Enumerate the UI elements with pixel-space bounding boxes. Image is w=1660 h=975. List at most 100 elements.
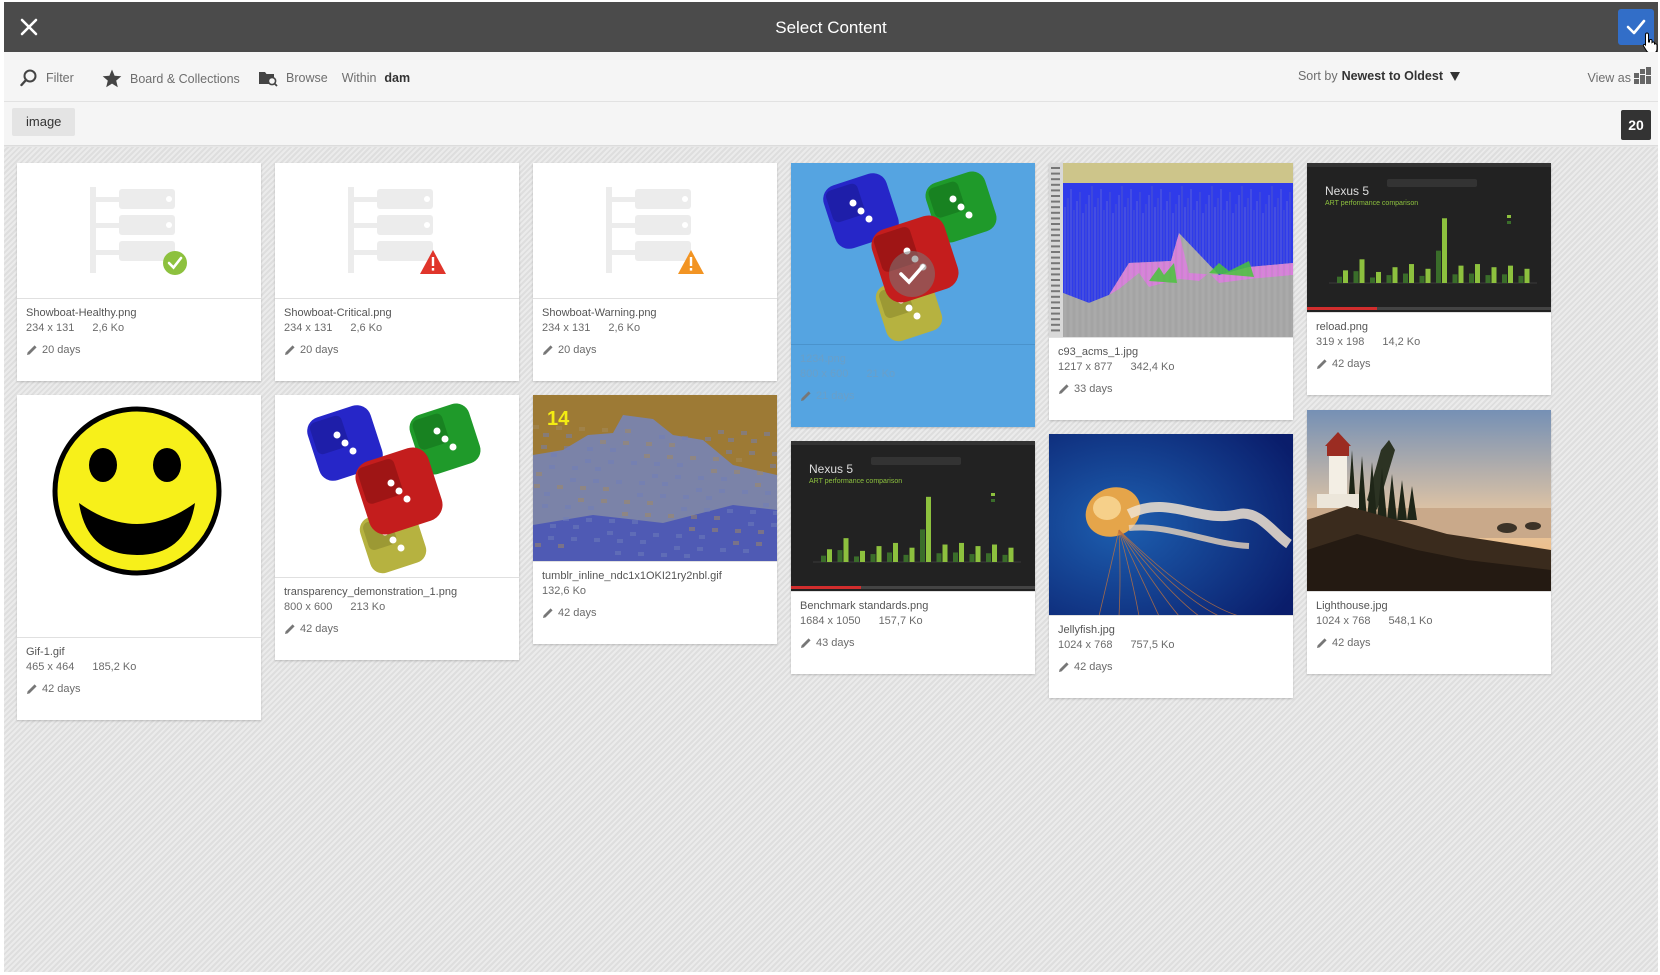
asset-thumbnail — [275, 163, 519, 299]
filter-button[interactable]: Filter — [20, 69, 74, 87]
asset-info: 1024 x 768 548,1 Ko — [1316, 615, 1542, 627]
asset-meta: tumblr_inline_ndc1x1OKI21ry2nbl.gif 132,6… — [533, 562, 777, 619]
asset-modified: 43 days — [800, 637, 1026, 649]
asset-size: 2,6 Ko — [92, 322, 125, 334]
asset-name: tumblr_inline_ndc1x1OKI21ry2nbl.gif — [542, 570, 722, 582]
asset-card[interactable]: Jellyfish.jpg 1024 x 768 757,5 Ko 42 days — [1049, 434, 1293, 698]
within-label: Within — [341, 71, 377, 85]
asset-meta: Benchmark standards.png 1684 x 1050 157,7 … — [791, 592, 1035, 649]
asset-modified-label: 20 days — [42, 344, 81, 356]
asset-thumbnail: Nexus 5 ART performance comparison — [1307, 163, 1551, 313]
asset-dimensions: 319 x 198 — [1316, 336, 1365, 348]
asset-modified: 33 days — [1058, 383, 1284, 395]
pencil-icon — [27, 345, 37, 355]
asset-thumbnail — [533, 163, 777, 299]
view-as-button[interactable]: View as — [1587, 67, 1652, 85]
filter-label: Filter — [46, 71, 74, 85]
asset-size: 132,6 Ko — [542, 585, 587, 597]
asset-modified: 20 days — [284, 344, 510, 356]
selected-check-icon — [889, 251, 935, 297]
browse-button[interactable]: Browse Within dam — [258, 69, 410, 87]
tag-bar: image 20 — [4, 102, 1658, 146]
browse-label: Browse — [286, 71, 328, 85]
search-icon — [20, 69, 37, 87]
pencil-icon — [285, 345, 295, 355]
asset-dimensions: 800 x 600 — [284, 601, 333, 613]
toolbar: Filter Board & Collections Browse Within… — [4, 52, 1658, 102]
asset-meta: c93_acms_1.jpg 1217 x 877 342,4 Ko 33 days — [1049, 338, 1293, 395]
asset-size: 157,7 Ko — [878, 615, 923, 627]
asset-name: Showboat-Warning.png — [542, 307, 657, 319]
asset-thumbnail — [1049, 434, 1293, 616]
board-collections-button[interactable]: Board & Collections — [102, 69, 240, 88]
tag-chip-image[interactable]: image — [12, 108, 76, 136]
asset-meta: Showboat-Critical.png 234 x 131 2,6 Ko 20 d… — [275, 299, 519, 356]
asset-size: 548,1 Ko — [1388, 615, 1433, 627]
asset-modified-label: 43 days — [816, 637, 855, 649]
asset-size: 757,5 Ko — [1130, 639, 1175, 651]
asset-meta: Jellyfish.jpg 1024 x 768 757,5 Ko 42 days — [1049, 616, 1293, 673]
pencil-icon — [543, 345, 553, 355]
asset-modified-label: 42 days — [1332, 358, 1371, 370]
asset-modified-label: 42 days — [558, 607, 597, 619]
asset-size: 185,2 Ko — [92, 661, 137, 673]
asset-info: 234 x 131 2,6 Ko — [542, 322, 768, 334]
asset-card[interactable]: Showboat-Warning.png 234 x 131 2,6 Ko 20 da… — [533, 163, 777, 381]
asset-name: Jellyfish.jpg — [1058, 624, 1115, 636]
card-8-overlay-text: 14 — [547, 408, 570, 430]
asset-modified: 42 days — [1316, 637, 1542, 649]
asset-size: 213 Ko — [350, 601, 386, 613]
asset-info: 1217 x 877 342,4 Ko — [1058, 361, 1284, 373]
asset-modified: 42 days — [1316, 358, 1542, 370]
pencil-icon — [1317, 359, 1327, 369]
asset-dimensions: 465 x 464 — [26, 661, 75, 673]
asset-thumbnail — [17, 163, 261, 299]
asset-modified: 20 days — [542, 344, 768, 356]
asset-size: 2,6 Ko — [350, 322, 383, 334]
asset-card[interactable]: Gif-1.gif 465 x 464 185,2 Ko 42 days — [17, 395, 261, 720]
asset-card[interactable]: 14 tumblr_inline_ndc1x1OKI21ry2nbl.gif 132… — [533, 395, 777, 644]
asset-card[interactable]: Nexus 5 ART performance comparison Benchma… — [791, 441, 1035, 674]
asset-dimensions: 800 x 600 — [800, 368, 849, 380]
pencil-icon — [801, 638, 811, 648]
asset-info: 465 x 464 185,2 Ko — [26, 661, 252, 673]
asset-card[interactable]: Lighthouse.jpg 1024 x 768 548,1 Ko 42 days — [1307, 410, 1551, 674]
asset-modified-label: 21 days — [816, 390, 855, 402]
card-5-title: Nexus 5 — [1325, 184, 1369, 198]
asset-modified: 42 days — [542, 607, 768, 619]
asset-dimensions: 1024 x 768 — [1316, 615, 1371, 627]
folder-search-icon — [259, 72, 278, 87]
asset-modified-label: 42 days — [1332, 637, 1371, 649]
pencil-icon — [1317, 638, 1327, 648]
asset-name: Lighthouse.jpg — [1316, 600, 1388, 612]
asset-thumbnail — [17, 395, 261, 638]
asset-info: 1024 x 768 757,5 Ko — [1058, 639, 1284, 651]
asset-dimensions: 234 x 131 — [284, 322, 333, 334]
asset-card[interactable]: transparency_demonstration_1.png 800 x 60… — [275, 395, 519, 660]
asset-card[interactable]: Showboat-Critical.png 234 x 131 2,6 Ko 20 d… — [275, 163, 519, 381]
card-view-icon — [1634, 67, 1651, 84]
asset-info: 132,6 Ko — [542, 585, 768, 597]
sort-prefix: Sort by — [1297, 69, 1338, 83]
sort-dropdown[interactable]: Sort by Newest to Oldest — [1298, 69, 1460, 83]
asset-info: 1684 x 1050 157,7 Ko — [800, 615, 1026, 627]
title-bar: Select Content — [4, 2, 1658, 54]
pencil-icon — [27, 684, 37, 694]
asset-card[interactable]: Showboat-Healthy.png 234 x 131 2,6 Ko 20 da… — [17, 163, 261, 381]
asset-card[interactable]: 1234.png 800 x 600 21 Ko 21 days — [791, 163, 1035, 427]
pencil-icon — [1059, 384, 1069, 394]
asset-grid: Showboat-Healthy.png 234 x 131 2,6 Ko 20 da… — [4, 147, 1658, 972]
asset-card[interactable]: c93_acms_1.jpg 1217 x 877 342,4 Ko 33 days — [1049, 163, 1293, 420]
asset-thumbnail — [1307, 410, 1551, 592]
asset-name: Gif-1.gif — [26, 646, 65, 658]
asset-card[interactable]: Nexus 5 ART performance comparison reload.… — [1307, 163, 1551, 395]
board-collections-label: Board & Collections — [130, 71, 240, 86]
asset-name: Benchmark standards.png — [800, 600, 929, 612]
asset-size: 2,6 Ko — [608, 322, 641, 334]
dialog-title: Select Content — [775, 18, 887, 37]
asset-name: Showboat-Healthy.png — [26, 307, 137, 319]
asset-dimensions: 1217 x 877 — [1058, 361, 1113, 373]
asset-name: 1234.png — [800, 353, 846, 365]
asset-thumbnail — [275, 395, 519, 578]
asset-meta: transparency_demonstration_1.png 800 x 60… — [275, 578, 519, 635]
